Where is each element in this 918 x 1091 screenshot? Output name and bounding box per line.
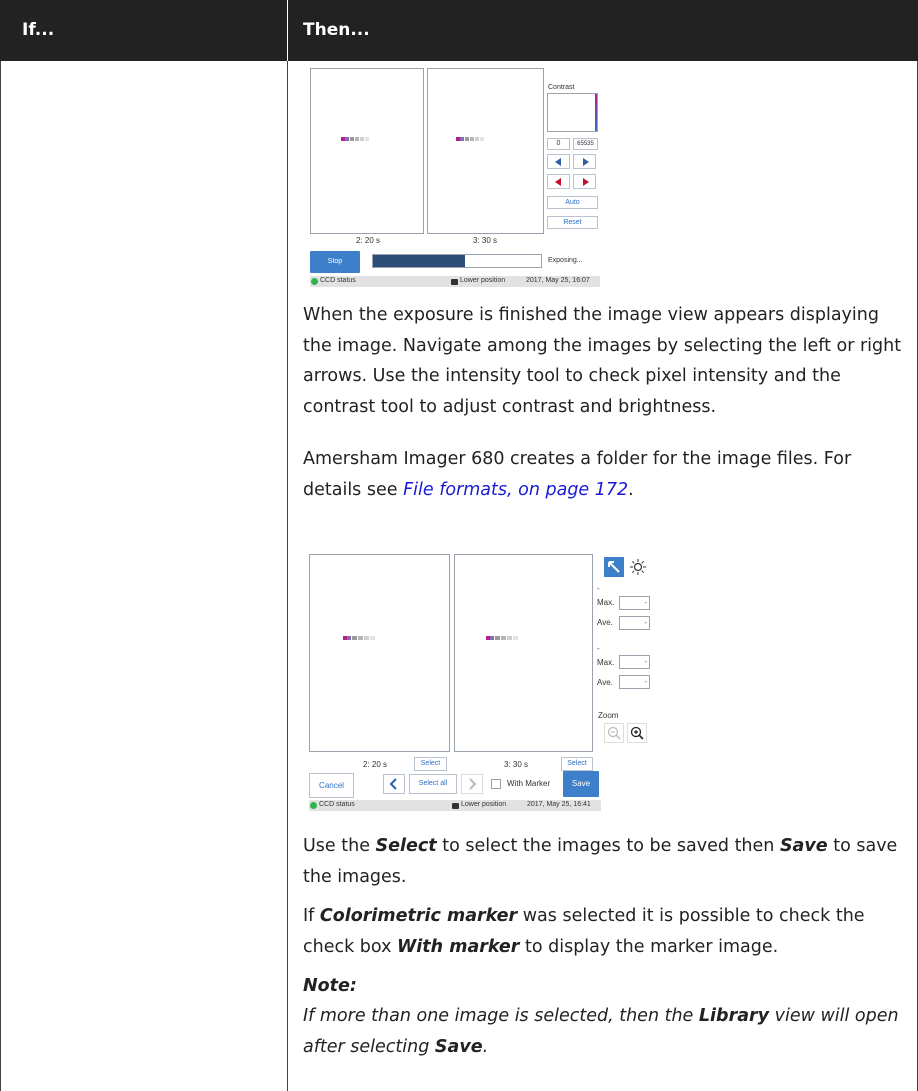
cancel-button[interactable]: Cancel bbox=[309, 773, 354, 798]
contrast-min-field[interactable]: 0 bbox=[547, 138, 570, 150]
table-left-border bbox=[0, 61, 1, 1091]
max-right-arrow-button[interactable] bbox=[573, 174, 596, 189]
exposing-status: Exposing... bbox=[548, 257, 583, 264]
if-then-table: If... Then... 2: 20 s 3: 30 s Contrast 0… bbox=[0, 0, 918, 1091]
paragraph-colorimetric-marker: If Colorimetric marker was selected it i… bbox=[303, 901, 913, 962]
stop-button[interactable]: Stop bbox=[310, 251, 360, 273]
image-panel-3 bbox=[454, 554, 593, 752]
image-panel-3 bbox=[427, 68, 544, 234]
select-all-button[interactable]: Select all bbox=[409, 774, 457, 794]
save-term: Save bbox=[779, 836, 828, 856]
select-button[interactable]: Select bbox=[561, 757, 593, 771]
header-divider bbox=[287, 0, 288, 61]
contrast-label: Contrast bbox=[548, 84, 575, 91]
save-button[interactable]: Save bbox=[563, 771, 599, 797]
next-button[interactable] bbox=[461, 774, 483, 794]
max-field: - bbox=[619, 655, 650, 669]
ave-field: - bbox=[619, 675, 650, 689]
paragraph-exposure-finished: When the exposure is finished the image … bbox=[303, 305, 902, 417]
min-left-arrow-button[interactable] bbox=[547, 154, 570, 169]
position-text: Lower position bbox=[461, 801, 507, 808]
status-bar: CCD status Lower position 2017, May 25, … bbox=[309, 800, 601, 811]
right-arrow-icon bbox=[583, 158, 589, 166]
left-arrow-icon bbox=[555, 178, 561, 186]
text-run: to select the images to be saved then bbox=[436, 836, 780, 856]
intensity-dash: - bbox=[597, 644, 600, 653]
text-run: Use the bbox=[303, 836, 376, 856]
ave-label: Ave. bbox=[597, 678, 613, 687]
contrast-max-field[interactable]: 65535 bbox=[573, 138, 598, 150]
table-header: If... Then... bbox=[0, 0, 918, 61]
image-panel-2 bbox=[310, 68, 424, 234]
exposure-progress-bar bbox=[372, 254, 542, 268]
ccd-status-icon bbox=[310, 802, 317, 809]
header-if: If... bbox=[22, 20, 55, 40]
min-right-arrow-button[interactable] bbox=[573, 154, 596, 169]
image-caption: 2: 20 s bbox=[356, 236, 381, 245]
brightness-icon bbox=[630, 559, 646, 575]
zoom-out-icon bbox=[607, 726, 621, 740]
datetime-text: 2017, May 25, 16:07 bbox=[526, 277, 590, 284]
chevron-right-icon bbox=[469, 778, 477, 790]
ave-label: Ave. bbox=[597, 618, 613, 627]
status-bar: CCD status Lower position 2017, May 25, … bbox=[310, 276, 600, 287]
ccd-status-icon bbox=[311, 278, 318, 285]
ccd-status-text: CCD status bbox=[319, 801, 355, 808]
text-run: . bbox=[482, 1036, 489, 1057]
zoom-label: Zoom bbox=[598, 711, 619, 720]
previous-button[interactable] bbox=[383, 774, 405, 794]
text-run: to display the marker image. bbox=[519, 936, 779, 957]
note-title: Note: bbox=[303, 976, 357, 996]
exposing-view-screenshot: 2: 20 s 3: 30 s Contrast 0 65535 Auto Re… bbox=[310, 66, 602, 289]
image-caption: 3: 30 s bbox=[504, 760, 529, 769]
image-view-screenshot: 2: 20 s Select 3: 30 s Select - Max. - A… bbox=[309, 551, 673, 835]
select-term: Select bbox=[375, 836, 437, 856]
column-divider bbox=[287, 61, 288, 1091]
position-icon bbox=[452, 803, 459, 809]
header-then: Then... bbox=[303, 20, 370, 40]
file-formats-link[interactable]: File formats, on page 172 bbox=[403, 480, 628, 500]
folder-text-end: . bbox=[628, 479, 634, 500]
max-label: Max. bbox=[597, 658, 615, 667]
paragraph-folder: Amersham Imager 680 creates a folder for… bbox=[303, 444, 913, 505]
datetime-text: 2017, May 25, 16:41 bbox=[527, 801, 591, 808]
select-button[interactable]: Select bbox=[414, 757, 447, 771]
zoom-out-button[interactable] bbox=[604, 723, 624, 743]
colorimetric-marker-term: Colorimetric marker bbox=[319, 906, 518, 926]
auto-button[interactable]: Auto bbox=[547, 196, 598, 209]
right-arrow-icon bbox=[583, 178, 589, 186]
text-run: If more than one image is selected, then… bbox=[303, 1006, 699, 1026]
position-text: Lower position bbox=[460, 277, 506, 284]
left-arrow-icon bbox=[555, 158, 561, 166]
chevron-left-icon bbox=[389, 778, 397, 790]
intensity-tool-button[interactable] bbox=[604, 557, 624, 577]
image-caption: 3: 30 s bbox=[473, 236, 498, 245]
with-marker-label: With Marker bbox=[507, 779, 551, 788]
ccd-status-text: CCD status bbox=[320, 277, 356, 284]
reset-button[interactable]: Reset bbox=[547, 216, 598, 229]
zoom-in-icon bbox=[630, 726, 644, 740]
contrast-tool-button[interactable] bbox=[628, 557, 648, 577]
image-panel-2 bbox=[309, 554, 450, 752]
paragraph-select-save: Use the Select to select the images to b… bbox=[303, 831, 913, 892]
image-caption: 2: 20 s bbox=[363, 760, 388, 769]
ave-field: - bbox=[619, 616, 650, 630]
text-run: If bbox=[303, 906, 320, 926]
intensity-dash: - bbox=[597, 584, 600, 593]
progress-fill bbox=[373, 255, 466, 267]
with-marker-checkbox[interactable] bbox=[491, 779, 501, 789]
with-marker-term: With marker bbox=[397, 936, 520, 957]
note-text: If more than one image is selected, then… bbox=[303, 1001, 913, 1062]
position-icon bbox=[451, 279, 458, 285]
max-left-arrow-button[interactable] bbox=[547, 174, 570, 189]
pointer-icon bbox=[608, 561, 620, 573]
max-field: - bbox=[619, 596, 650, 610]
save-term: Save bbox=[434, 1036, 483, 1057]
zoom-in-button[interactable] bbox=[627, 723, 647, 743]
contrast-histogram bbox=[547, 93, 598, 132]
library-term: Library bbox=[698, 1006, 770, 1026]
max-label: Max. bbox=[597, 598, 615, 607]
